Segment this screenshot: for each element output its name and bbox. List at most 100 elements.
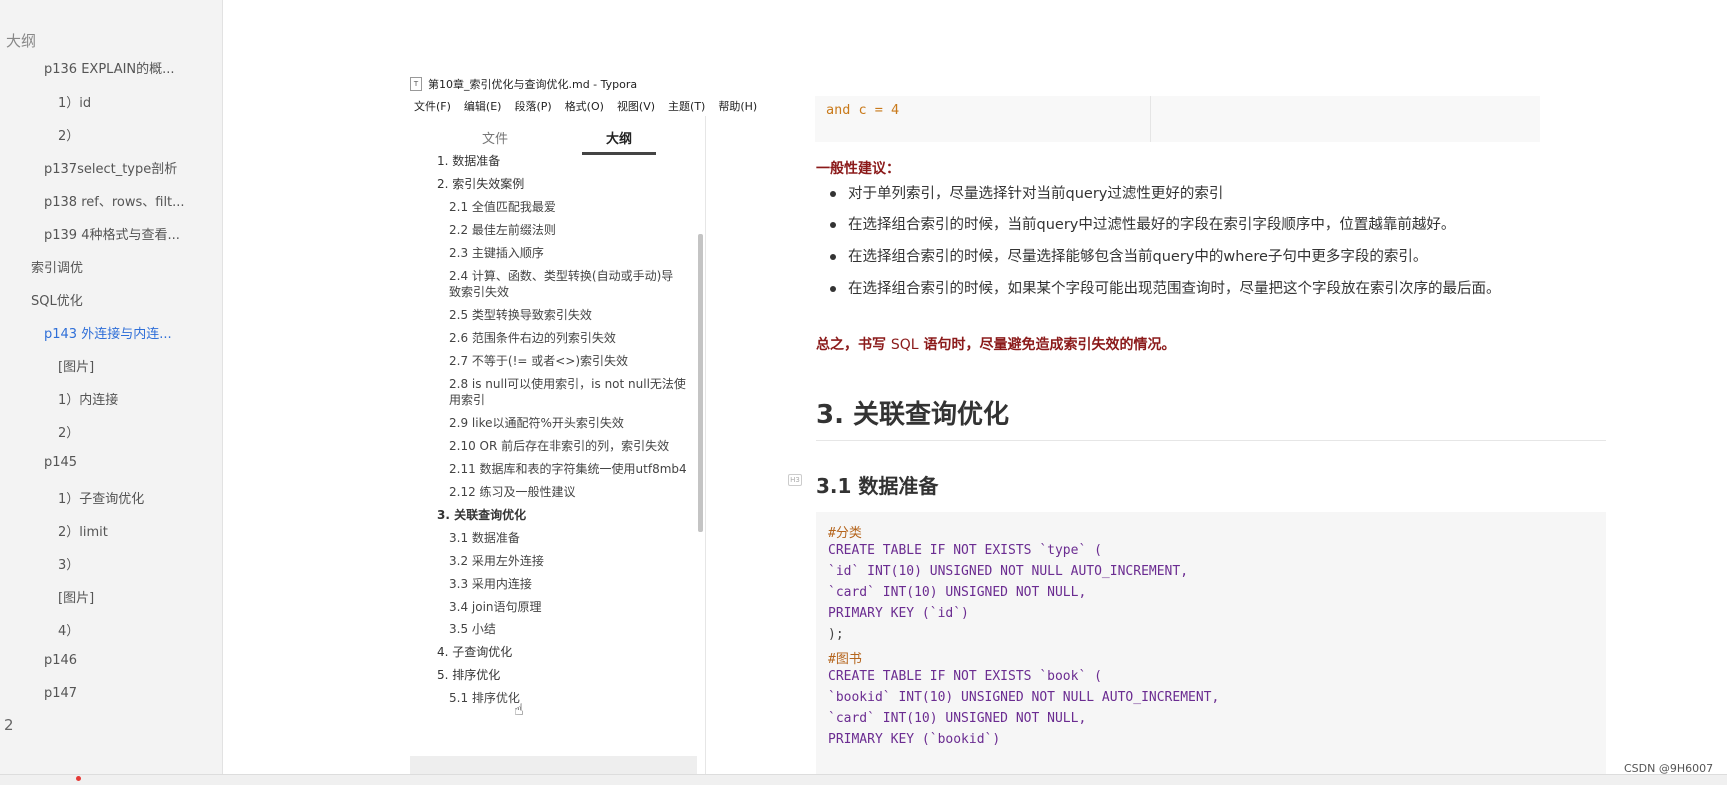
outline-entry-hovered[interactable]: 3.5 小结 bbox=[449, 620, 496, 637]
outline-item[interactable]: 3） bbox=[58, 554, 79, 573]
code-line: `id` INT(10) UNSIGNED NOT NULL AUTO_INCR… bbox=[828, 564, 1189, 579]
outline-item[interactable]: 2） bbox=[58, 125, 79, 144]
outline-entry[interactable]: 5.1 排序优化 bbox=[449, 689, 520, 706]
bullet-dot-icon bbox=[830, 286, 836, 292]
outline-item[interactable]: SQL优化 bbox=[31, 290, 83, 309]
menu-paragraph[interactable]: 段落(P) bbox=[514, 98, 551, 116]
outline-entry[interactable]: 3.4 join语句原理 bbox=[449, 598, 542, 615]
outline-item[interactable]: 1）内连接 bbox=[58, 389, 118, 408]
outline-entry[interactable]: 2.6 范围条件右边的列索引失效 bbox=[449, 329, 616, 346]
typora-window: T 第10章_索引优化与查询优化.md - Typora 文件(F) 编辑(E)… bbox=[410, 74, 1606, 774]
outline-entry[interactable]: 2.11 数据库和表的字符集统一使用utf8mb4 bbox=[449, 460, 687, 477]
outline-entry[interactable]: 2.8 is null可以使用索引，is not null无法使 bbox=[449, 375, 686, 392]
bullet-dot-icon bbox=[830, 191, 836, 197]
code-comment: #分类 bbox=[828, 526, 862, 541]
menu-format[interactable]: 格式(O) bbox=[565, 98, 604, 116]
menu-view[interactable]: 视图(V) bbox=[617, 98, 655, 116]
outline-entry[interactable]: 2.1 全值匹配我最爱 bbox=[449, 198, 556, 215]
outline-panel-title: 大纲 bbox=[6, 32, 37, 50]
code-line: PRIMARY KEY (`id`) bbox=[828, 606, 969, 621]
sidebar-scrollbar[interactable] bbox=[698, 234, 703, 532]
tab-files[interactable]: 文件 bbox=[482, 128, 508, 147]
code-line: `bookid` INT(10) UNSIGNED NOT NULL AUTO_… bbox=[828, 690, 1220, 705]
window-title: 第10章_索引优化与查询优化.md - Typora bbox=[428, 78, 638, 91]
bullet-dot-icon bbox=[830, 222, 836, 228]
bullet-item: 在选择组合索引的时候，当前query中过滤性最好的字段在索引字段顺序中，位置越靠… bbox=[830, 213, 1455, 234]
outline-item[interactable]: p138 ref、rows、filt... bbox=[44, 191, 185, 210]
outline-item[interactable]: p137select_type剖析 bbox=[44, 158, 177, 177]
code-line: CREATE TABLE IF NOT EXISTS `type` ( bbox=[828, 543, 1102, 558]
outline-item[interactable]: [图片] bbox=[58, 587, 94, 606]
outline-item-active[interactable]: p143 外连接与内连... bbox=[44, 323, 172, 342]
outline-entry-continued[interactable]: 致索引失效 bbox=[449, 283, 509, 300]
code-block-divider bbox=[1150, 96, 1151, 142]
outline-entry[interactable]: 4. 子查询优化 bbox=[437, 643, 512, 660]
general-advice-heading: 一般性建议： bbox=[816, 161, 900, 177]
outline-entry[interactable]: 2.10 OR 前后存在非索引的列，索引失效 bbox=[449, 437, 669, 454]
outline-item[interactable]: p136 EXPLAIN的概... bbox=[44, 58, 175, 77]
outline-entry[interactable]: 2.9 like以通配符%开头索引失效 bbox=[449, 414, 624, 431]
code-line: `card` INT(10) UNSIGNED NOT NULL, bbox=[828, 585, 1087, 600]
outline-item[interactable]: 索引调优 bbox=[31, 257, 83, 276]
bullet-dot-icon bbox=[830, 254, 836, 260]
outline-item[interactable]: p147 bbox=[44, 686, 77, 701]
summary-pre: 总之，书写 bbox=[816, 337, 891, 353]
bullet-item: 在选择组合索引的时候，如果某个字段可能出现范围查询时，尽量把这个字段放在索引次序… bbox=[830, 277, 1501, 298]
outline-entry[interactable]: 2. 索引失效案例 bbox=[437, 175, 524, 192]
summary-line: 总之，书写 SQL 语句时，尽量避免造成索引失效的情况。 bbox=[816, 334, 1175, 354]
outline-entry[interactable]: 3.2 采用左外连接 bbox=[449, 552, 544, 569]
code-line: ); bbox=[828, 627, 844, 642]
outline-entry[interactable]: 2.2 最佳左前缀法则 bbox=[449, 221, 556, 238]
menu-theme[interactable]: 主题(T) bbox=[668, 98, 705, 116]
taskbar-strip bbox=[0, 774, 1727, 785]
bullet-item: 对于单列索引，尽量选择针对当前query过滤性更好的索引 bbox=[830, 182, 1223, 203]
bullet-item: 在选择组合索引的时候，尽量选择能够包含当前query中的where子句中更多字段… bbox=[830, 245, 1427, 266]
active-tab-indicator bbox=[582, 152, 656, 155]
code-line: CREATE TABLE IF NOT EXISTS `book` ( bbox=[828, 669, 1102, 684]
outline-item[interactable]: p145 bbox=[44, 455, 77, 470]
outline-item[interactable]: 2）limit bbox=[58, 521, 108, 540]
subsection-heading: 3.1 数据准备 bbox=[816, 474, 939, 498]
outline-item[interactable]: 1）子查询优化 bbox=[58, 488, 144, 507]
outline-entry[interactable]: 2.3 主键插入顺序 bbox=[449, 244, 544, 261]
outline-panel: 大纲 p136 EXPLAIN的概... 1）id 2） p137select_… bbox=[0, 0, 223, 774]
outline-item[interactable]: 4） bbox=[58, 620, 79, 639]
bullet-text: 在选择组合索引的时候，如果某个字段可能出现范围查询时，尽量把这个字段放在索引次序… bbox=[848, 281, 1501, 297]
title-bar: T 第10章_索引优化与查询优化.md - Typora bbox=[410, 74, 810, 94]
code-text: and c = 4 bbox=[826, 102, 900, 118]
sidebar-tabs: 文件 大纲 bbox=[410, 116, 705, 156]
outline-entry[interactable]: 5. 排序优化 bbox=[437, 666, 500, 683]
outline-entry[interactable]: 3.3 采用内连接 bbox=[449, 575, 532, 592]
code-block-tail bbox=[815, 96, 1540, 142]
outline-item[interactable]: 2） bbox=[58, 422, 79, 441]
outline-item[interactable]: p146 bbox=[44, 653, 77, 668]
outline-item[interactable]: [图片] bbox=[58, 356, 94, 375]
summary-sql: SQL bbox=[890, 337, 919, 353]
outline-entry-continued[interactable]: 用索引 bbox=[449, 391, 485, 408]
outline-item[interactable]: p139 4种格式与查看... bbox=[44, 224, 180, 243]
bullet-text: 在选择组合索引的时候，尽量选择能够包含当前query中的where子句中更多字段… bbox=[848, 249, 1428, 265]
menu-file[interactable]: 文件(F) bbox=[414, 98, 451, 116]
code-comment: #图书 bbox=[828, 652, 862, 667]
bullet-text: 对于单列索引，尽量选择针对当前query过滤性更好的索引 bbox=[848, 186, 1224, 202]
heading-divider bbox=[816, 440, 1606, 441]
outline-item[interactable]: 1）id bbox=[58, 92, 91, 111]
outline-entry[interactable]: 3.1 数据准备 bbox=[449, 529, 520, 546]
code-line: `card` INT(10) UNSIGNED NOT NULL, bbox=[828, 711, 1087, 726]
menu-help[interactable]: 帮助(H) bbox=[718, 98, 757, 116]
outline-entry[interactable]: 2.12 练习及一般性建议 bbox=[449, 483, 576, 500]
outline-entry[interactable]: 1. 数据准备 bbox=[437, 152, 500, 169]
outline-entry[interactable]: 2.5 类型转换导致索引失效 bbox=[449, 306, 592, 323]
menu-edit[interactable]: 编辑(E) bbox=[464, 98, 502, 116]
tab-outline[interactable]: 大纲 bbox=[606, 128, 632, 147]
outline-entry[interactable]: 2.4 计算、函数、类型转换(自动或手动)导 bbox=[449, 267, 673, 284]
watermark: CSDN @9H6007 bbox=[1624, 762, 1714, 775]
sql-code-block[interactable]: #分类 CREATE TABLE IF NOT EXISTS `type` ( … bbox=[816, 512, 1606, 774]
summary-post: 语句时，尽量避免造成索引失效的情况。 bbox=[918, 337, 1176, 353]
typora-app-icon: T bbox=[410, 77, 422, 91]
menu-bar: 文件(F) 编辑(E) 段落(P) 格式(O) 视图(V) 主题(T) 帮助(H… bbox=[414, 98, 770, 116]
outline-entry[interactable]: 2.7 不等于(!= 或者<>)索引失效 bbox=[449, 352, 628, 369]
outline-hover-highlight bbox=[410, 756, 697, 774]
notification-dot-icon bbox=[76, 776, 81, 781]
outline-entry-current[interactable]: 3. 关联查询优化 bbox=[437, 506, 526, 523]
